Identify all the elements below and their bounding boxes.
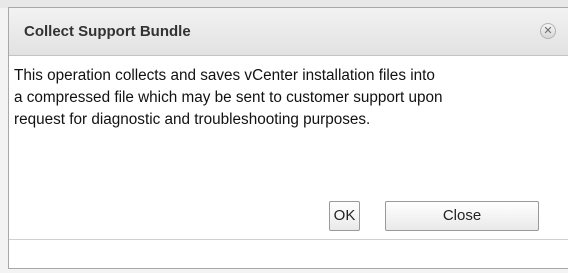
message-line: This operation collects and saves vCente… (14, 67, 435, 84)
collect-support-bundle-dialog: Collect Support Bundle ✕ This operation … (8, 7, 568, 269)
dialog-titlebar: Collect Support Bundle ✕ (9, 8, 568, 56)
message-line: a compressed file which may be sent to c… (14, 89, 443, 106)
dialog-footer-divider (9, 239, 568, 240)
close-button[interactable]: Close (385, 201, 539, 231)
close-icon[interactable]: ✕ (540, 23, 556, 39)
dialog-title: Collect Support Bundle (24, 23, 191, 40)
dialog-message: This operation collects and saves vCente… (14, 65, 568, 131)
ok-button[interactable]: OK (329, 201, 360, 231)
message-line: request for diagnostic and troubleshooti… (14, 111, 371, 128)
